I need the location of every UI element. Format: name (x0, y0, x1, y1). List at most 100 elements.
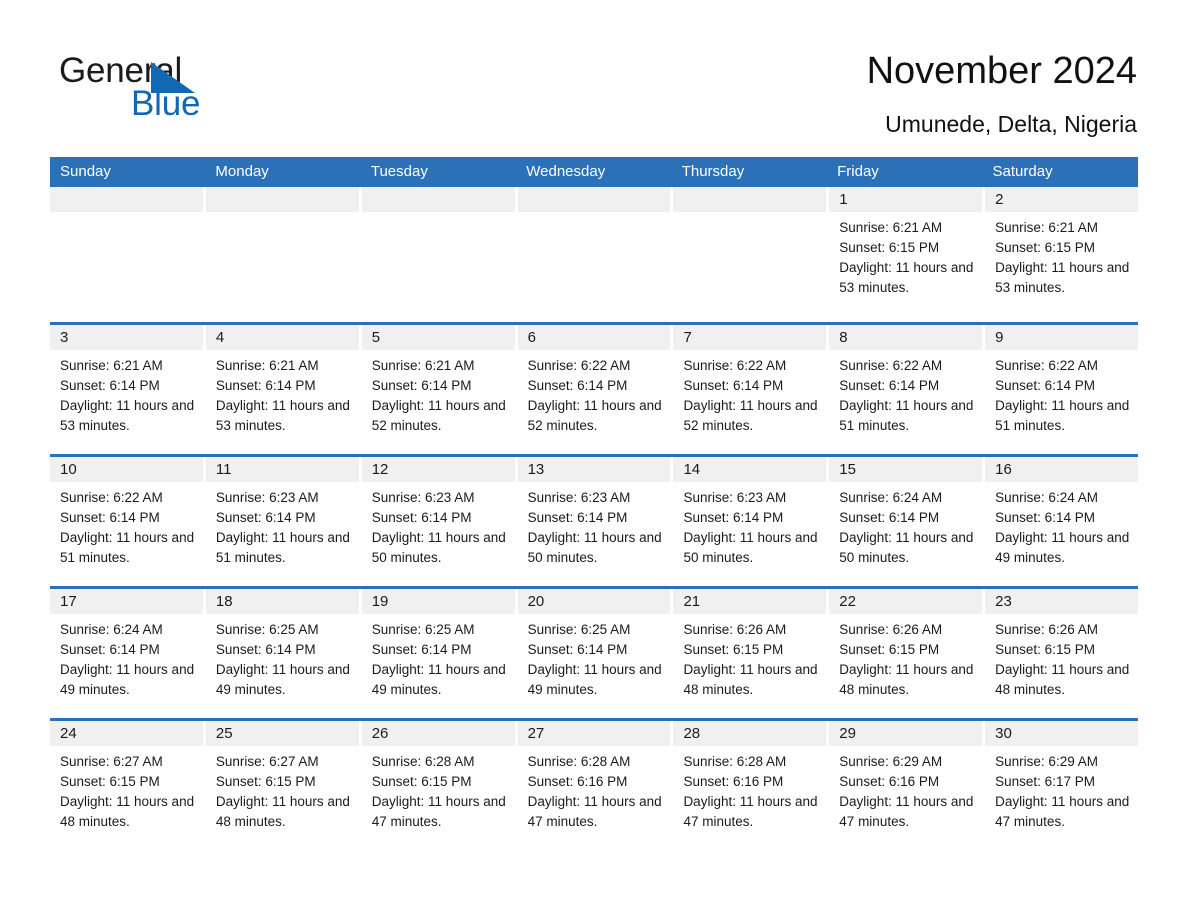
day-details: Sunrise: 6:22 AM Sunset: 6:14 PM Daylight:… (673, 350, 826, 436)
sunrise-text: Sunrise: 6:24 AM (995, 490, 1098, 505)
calendar-day-cell[interactable]: 22 Sunrise: 6:26 AM Sunset: 6:15 PM Dayligh… (829, 589, 986, 718)
calendar-day-cell[interactable]: 14 Sunrise: 6:23 AM Sunset: 6:14 PM Dayligh… (673, 457, 830, 586)
day-number: 26 (361, 721, 515, 746)
day-number: 14 (673, 457, 827, 482)
daylight-text: Daylight: 11 hours and 53 minutes. (215, 398, 350, 433)
calendar-day-cell[interactable]: 16 Sunrise: 6:24 AM Sunset: 6:14 PM Dayligh… (985, 457, 1139, 586)
calendar-week-row: 17 Sunrise: 6:24 AM Sunset: 6:14 PM Dayligh… (50, 586, 1139, 718)
daylight-text: Daylight: 11 hours and 49 minutes. (215, 662, 350, 697)
calendar-day-cell[interactable]: 29 Sunrise: 6:29 AM Sunset: 6:16 PM Dayligh… (829, 721, 986, 850)
sunset-text: Sunset: 6:15 PM (995, 240, 1095, 255)
daylight-text: Daylight: 11 hours and 47 minutes. (683, 794, 818, 829)
sunrise-text: Sunrise: 6:26 AM (995, 622, 1098, 637)
daylight-text: Daylight: 11 hours and 49 minutes. (371, 662, 506, 697)
calendar-day-cell[interactable]: 5 Sunrise: 6:21 AM Sunset: 6:14 PM Daylight… (361, 325, 518, 454)
sunset-text: Sunset: 6:14 PM (527, 510, 628, 525)
page-title: November 2024 (866, 50, 1137, 92)
day-details: Sunrise: 6:21 AM Sunset: 6:15 PM Daylight:… (829, 212, 982, 298)
sunset-text: Sunset: 6:14 PM (995, 378, 1095, 393)
sunrise-text: Sunrise: 6:23 AM (215, 490, 319, 505)
calendar-day-cell[interactable]: 19 Sunrise: 6:25 AM Sunset: 6:14 PM Dayligh… (361, 589, 518, 718)
day-number: 19 (361, 589, 515, 614)
day-details: Sunrise: 6:27 AM Sunset: 6:15 PM Daylight:… (50, 746, 203, 832)
sunset-text: Sunset: 6:14 PM (215, 378, 316, 393)
day-number: 24 (50, 721, 203, 746)
day-number: 27 (517, 721, 671, 746)
day-details: Sunrise: 6:25 AM Sunset: 6:14 PM Daylight:… (518, 614, 671, 700)
day-details: Sunrise: 6:21 AM Sunset: 6:14 PM Daylight:… (362, 350, 515, 436)
day-details: Sunrise: 6:23 AM Sunset: 6:14 PM Daylight:… (518, 482, 671, 568)
weekday-header-thursday: Thursday (681, 163, 745, 180)
calendar-day-cell[interactable]: 6 Sunrise: 6:22 AM Sunset: 6:14 PM Daylight… (517, 325, 674, 454)
daylight-text: Daylight: 11 hours and 50 minutes. (839, 530, 974, 565)
daylight-text: Daylight: 11 hours and 47 minutes. (371, 794, 506, 829)
calendar-day-cell[interactable]: 20 Sunrise: 6:25 AM Sunset: 6:14 PM Dayligh… (517, 589, 674, 718)
sunset-text: Sunset: 6:14 PM (371, 510, 472, 525)
calendar-day-cell[interactable]: 9 Sunrise: 6:22 AM Sunset: 6:14 PM Daylight… (985, 325, 1139, 454)
day-details: Sunrise: 6:22 AM Sunset: 6:14 PM Daylight:… (50, 482, 203, 568)
calendar-day-cell[interactable]: 12 Sunrise: 6:23 AM Sunset: 6:14 PM Dayligh… (361, 457, 518, 586)
sunrise-text: Sunrise: 6:25 AM (215, 622, 319, 637)
day-number: 9 (985, 325, 1139, 350)
calendar-day-cell[interactable]: 3 Sunrise: 6:21 AM Sunset: 6:14 PM Daylight… (50, 325, 206, 454)
day-details: Sunrise: 6:27 AM Sunset: 6:15 PM Daylight:… (206, 746, 359, 832)
day-details: Sunrise: 6:23 AM Sunset: 6:14 PM Daylight:… (673, 482, 826, 568)
calendar-day-cell[interactable]: 8 Sunrise: 6:22 AM Sunset: 6:14 PM Daylight… (829, 325, 986, 454)
calendar-day-cell[interactable]: 30 Sunrise: 6:29 AM Sunset: 6:17 PM Dayligh… (985, 721, 1139, 850)
day-details: Sunrise: 6:22 AM Sunset: 6:14 PM Daylight:… (829, 350, 982, 436)
day-details: Sunrise: 6:23 AM Sunset: 6:14 PM Daylight:… (206, 482, 359, 568)
day-number: 2 (985, 187, 1139, 212)
day-number: 15 (829, 457, 983, 482)
sunset-text: Sunset: 6:15 PM (371, 774, 472, 789)
weekday-header-tuesday: Tuesday (370, 163, 428, 180)
calendar-day-cell[interactable]: 24 Sunrise: 6:27 AM Sunset: 6:15 PM Dayligh… (50, 721, 206, 850)
sunrise-text: Sunrise: 6:22 AM (683, 358, 787, 373)
calendar-day-cell[interactable]: 4 Sunrise: 6:21 AM Sunset: 6:14 PM Daylight… (205, 325, 362, 454)
sunset-text: Sunset: 6:14 PM (839, 510, 940, 525)
day-number: 25 (205, 721, 359, 746)
calendar-day-cell[interactable]: 26 Sunrise: 6:28 AM Sunset: 6:15 PM Dayligh… (361, 721, 518, 850)
sunset-text: Sunset: 6:16 PM (527, 774, 628, 789)
sunrise-text: Sunrise: 6:23 AM (527, 490, 631, 505)
sunset-text: Sunset: 6:15 PM (683, 642, 784, 657)
day-number: 6 (517, 325, 671, 350)
calendar-day-cell[interactable]: 28 Sunrise: 6:28 AM Sunset: 6:16 PM Dayligh… (673, 721, 830, 850)
sunrise-text: Sunrise: 6:28 AM (527, 754, 631, 769)
day-number: 22 (829, 589, 983, 614)
sunrise-text: Sunrise: 6:23 AM (683, 490, 787, 505)
brand-logo[interactable]: General Blue (59, 52, 299, 132)
sunset-text: Sunset: 6:16 PM (839, 774, 940, 789)
sunrise-text: Sunrise: 6:28 AM (371, 754, 475, 769)
calendar-day-cell[interactable]: 10 Sunrise: 6:22 AM Sunset: 6:14 PM Dayligh… (50, 457, 206, 586)
day-number (517, 187, 671, 212)
daylight-text: Daylight: 11 hours and 53 minutes. (839, 260, 974, 295)
day-details: Sunrise: 6:28 AM Sunset: 6:16 PM Daylight:… (673, 746, 826, 832)
daylight-text: Daylight: 11 hours and 52 minutes. (527, 398, 662, 433)
daylight-text: Daylight: 11 hours and 53 minutes. (995, 260, 1130, 295)
calendar-day-cell[interactable]: 11 Sunrise: 6:23 AM Sunset: 6:14 PM Dayligh… (205, 457, 362, 586)
sunset-text: Sunset: 6:17 PM (995, 774, 1095, 789)
day-number: 13 (517, 457, 671, 482)
calendar-day-cell[interactable]: 23 Sunrise: 6:26 AM Sunset: 6:15 PM Dayligh… (985, 589, 1139, 718)
sunrise-text: Sunrise: 6:27 AM (215, 754, 319, 769)
calendar-day-cell[interactable]: 27 Sunrise: 6:28 AM Sunset: 6:16 PM Dayligh… (517, 721, 674, 850)
daylight-text: Daylight: 11 hours and 53 minutes. (60, 398, 195, 433)
calendar-day-cell[interactable]: 17 Sunrise: 6:24 AM Sunset: 6:14 PM Dayligh… (50, 589, 206, 718)
day-number (673, 187, 827, 212)
calendar-day-cell[interactable]: 7 Sunrise: 6:22 AM Sunset: 6:14 PM Daylight… (673, 325, 830, 454)
calendar-day-cell-empty (361, 187, 518, 322)
calendar-day-cell-empty (50, 187, 206, 322)
calendar-day-cell[interactable]: 2 Sunrise: 6:21 AM Sunset: 6:15 PM Daylight… (985, 187, 1139, 322)
calendar-day-cell[interactable]: 18 Sunrise: 6:25 AM Sunset: 6:14 PM Dayligh… (205, 589, 362, 718)
day-details: Sunrise: 6:22 AM Sunset: 6:14 PM Daylight:… (985, 350, 1138, 436)
calendar-day-cell[interactable]: 15 Sunrise: 6:24 AM Sunset: 6:14 PM Dayligh… (829, 457, 986, 586)
sunset-text: Sunset: 6:15 PM (839, 642, 940, 657)
day-details: Sunrise: 6:24 AM Sunset: 6:14 PM Daylight:… (50, 614, 203, 700)
calendar-day-cell[interactable]: 21 Sunrise: 6:26 AM Sunset: 6:15 PM Dayligh… (673, 589, 830, 718)
sunset-text: Sunset: 6:14 PM (60, 378, 160, 393)
calendar-day-cell[interactable]: 25 Sunrise: 6:27 AM Sunset: 6:15 PM Dayligh… (205, 721, 362, 850)
calendar-day-cell[interactable]: 1 Sunrise: 6:21 AM Sunset: 6:15 PM Daylight… (829, 187, 986, 322)
sunrise-text: Sunrise: 6:29 AM (839, 754, 943, 769)
day-details: Sunrise: 6:26 AM Sunset: 6:15 PM Daylight:… (673, 614, 826, 700)
calendar-day-cell[interactable]: 13 Sunrise: 6:23 AM Sunset: 6:14 PM Dayligh… (517, 457, 674, 586)
